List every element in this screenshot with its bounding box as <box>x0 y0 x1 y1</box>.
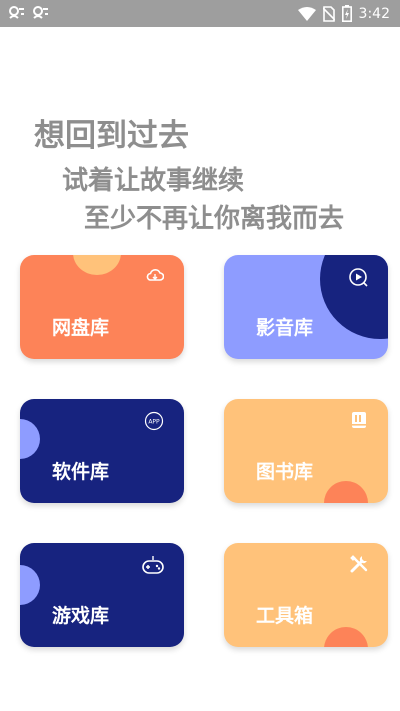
card-decoration <box>20 419 40 459</box>
media-library-card[interactable]: 影音库 <box>224 255 388 359</box>
app-icon: APP <box>144 411 164 435</box>
no-sim-icon <box>322 5 335 22</box>
card-decoration <box>324 481 368 503</box>
software-library-card[interactable]: APP 软件库 <box>20 399 184 503</box>
tools-icon <box>350 555 368 577</box>
card-label: 图书库 <box>256 461 314 483</box>
card-label: 软件库 <box>52 461 110 483</box>
poem-line-3: 至少不再让你离我而去 <box>84 204 345 234</box>
card-decoration <box>73 255 121 275</box>
card-decoration <box>20 565 40 605</box>
status-left <box>8 5 50 22</box>
gamepad-icon <box>142 555 164 579</box>
card-label: 影音库 <box>256 317 314 339</box>
battery-charging-icon <box>341 5 352 22</box>
status-right: 3:42 <box>297 5 390 22</box>
poem-line-1: 想回到过去 <box>34 118 189 154</box>
poem-line-2: 试着让故事继续 <box>62 166 245 196</box>
status-bar: 3:42 <box>0 0 400 27</box>
app-notification-icon <box>8 5 26 22</box>
app-icon-text: APP <box>148 419 160 426</box>
app-notification-icon <box>32 5 50 22</box>
card-label: 游戏库 <box>52 605 110 627</box>
book-icon <box>350 411 368 433</box>
clock-time: 3:42 <box>358 5 390 22</box>
card-label: 工具箱 <box>256 605 314 627</box>
card-label: 网盘库 <box>52 317 110 339</box>
toolbox-card[interactable]: 工具箱 <box>224 543 388 647</box>
wifi-icon <box>297 6 316 21</box>
cloud-icon <box>146 267 165 286</box>
play-icon <box>348 267 368 291</box>
cloud-library-card[interactable]: 网盘库 <box>20 255 184 359</box>
game-library-card[interactable]: 游戏库 <box>20 543 184 647</box>
card-decoration <box>324 627 368 647</box>
book-library-card[interactable]: 图书库 <box>224 399 388 503</box>
